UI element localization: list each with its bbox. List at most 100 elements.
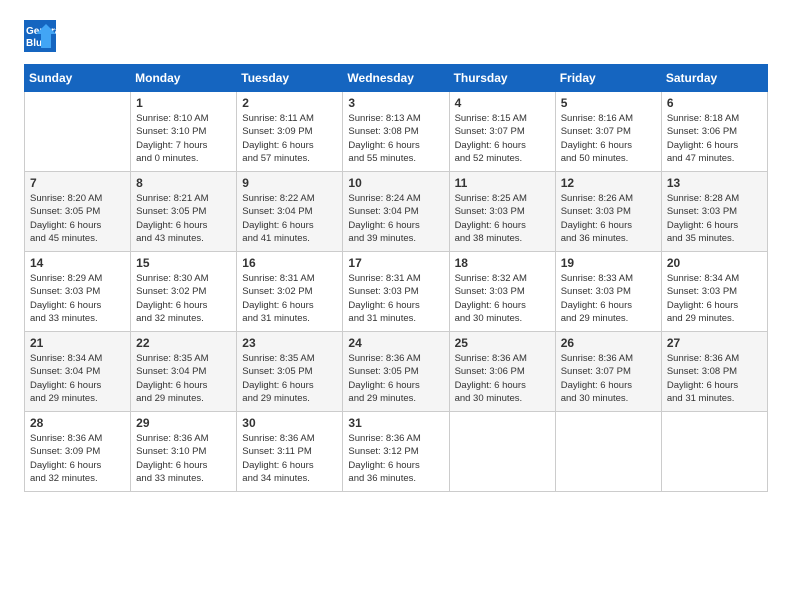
calendar-cell: 25Sunrise: 8:36 AMSunset: 3:06 PMDayligh… xyxy=(449,332,555,412)
day-info: Sunrise: 8:21 AMSunset: 3:05 PMDaylight:… xyxy=(136,192,231,245)
calendar-cell: 1 Sunrise: 8:10 AMSunset: 3:10 PMDaylight… xyxy=(131,92,237,172)
day-info: Sunrise: 8:29 AMSunset: 3:03 PMDaylight:… xyxy=(30,272,125,325)
calendar-cell: 7Sunrise: 8:20 AMSunset: 3:05 PMDaylight… xyxy=(25,172,131,252)
calendar-cell: 18Sunrise: 8:32 AMSunset: 3:03 PMDayligh… xyxy=(449,252,555,332)
day-info: Sunrise: 8:18 AMSunset: 3:06 PMDaylight:… xyxy=(667,112,762,165)
day-info: Sunrise: 8:16 AMSunset: 3:07 PMDaylight:… xyxy=(561,112,656,165)
day-info: Sunrise: 8:33 AMSunset: 3:03 PMDaylight:… xyxy=(561,272,656,325)
day-number: 27 xyxy=(667,336,762,350)
day-info: Sunrise: 8:35 AMSunset: 3:04 PMDaylight:… xyxy=(136,352,231,405)
calendar-cell: 22 Sunrise: 8:35 AMSunset: 3:04 PMDayligh… xyxy=(131,332,237,412)
calendar-cell: 13Sunrise: 8:28 AMSunset: 3:03 PMDayligh… xyxy=(661,172,767,252)
calendar-cell: 29 Sunrise: 8:36 AMSunset: 3:10 PMDayligh… xyxy=(131,412,237,492)
header: GeneralBlue xyxy=(24,20,768,52)
day-number: 19 xyxy=(561,256,656,270)
day-number: 20 xyxy=(667,256,762,270)
day-number: 30 xyxy=(242,416,337,430)
day-header-sunday: Sunday xyxy=(25,65,131,92)
calendar-table: SundayMondayTuesdayWednesdayThursdayFrid… xyxy=(24,64,768,492)
calendar-cell xyxy=(449,412,555,492)
calendar-cell: 30 Sunrise: 8:36 AMSunset: 3:11 PMDayligh… xyxy=(237,412,343,492)
day-info: Sunrise: 8:36 AMSunset: 3:07 PMDaylight:… xyxy=(561,352,656,405)
calendar-cell: 8 Sunrise: 8:21 AMSunset: 3:05 PMDaylight… xyxy=(131,172,237,252)
day-number: 6 xyxy=(667,96,762,110)
day-number: 11 xyxy=(455,176,550,190)
day-info: Sunrise: 8:34 AMSunset: 3:03 PMDaylight:… xyxy=(667,272,762,325)
day-info: Sunrise: 8:15 AMSunset: 3:07 PMDaylight:… xyxy=(455,112,550,165)
calendar-cell: 3 Sunrise: 8:13 AMSunset: 3:08 PMDaylight… xyxy=(343,92,449,172)
calendar-cell xyxy=(661,412,767,492)
day-number: 24 xyxy=(348,336,443,350)
calendar-cell: 14 Sunrise: 8:29 AMSunset: 3:03 PMDayligh… xyxy=(25,252,131,332)
calendar-cell: 2 Sunrise: 8:11 AMSunset: 3:09 PMDaylight… xyxy=(237,92,343,172)
calendar-cell xyxy=(25,92,131,172)
day-number: 3 xyxy=(348,96,443,110)
day-number: 8 xyxy=(136,176,231,190)
day-number: 31 xyxy=(348,416,443,430)
day-info: Sunrise: 8:10 AMSunset: 3:10 PMDaylight:… xyxy=(136,112,231,165)
day-info: Sunrise: 8:26 AMSunset: 3:03 PMDaylight:… xyxy=(561,192,656,245)
calendar-cell: 4 Sunrise: 8:15 AMSunset: 3:07 PMDaylight… xyxy=(449,92,555,172)
calendar-week-row: 14 Sunrise: 8:29 AMSunset: 3:03 PMDayligh… xyxy=(25,252,768,332)
day-info: Sunrise: 8:31 AMSunset: 3:03 PMDaylight:… xyxy=(348,272,443,325)
calendar-cell: 28 Sunrise: 8:36 AMSunset: 3:09 PMDayligh… xyxy=(25,412,131,492)
calendar-header-row: SundayMondayTuesdayWednesdayThursdayFrid… xyxy=(25,65,768,92)
day-number: 15 xyxy=(136,256,231,270)
calendar-cell: 27 Sunrise: 8:36 AMSunset: 3:08 PMDayligh… xyxy=(661,332,767,412)
day-header-monday: Monday xyxy=(131,65,237,92)
calendar-cell: 31 Sunrise: 8:36 AMSunset: 3:12 PMDayligh… xyxy=(343,412,449,492)
day-info: Sunrise: 8:36 AMSunset: 3:12 PMDaylight:… xyxy=(348,432,443,485)
calendar-cell: 12 Sunrise: 8:26 AMSunset: 3:03 PMDayligh… xyxy=(555,172,661,252)
day-info: Sunrise: 8:36 AMSunset: 3:05 PMDaylight:… xyxy=(348,352,443,405)
calendar-cell: 6 Sunrise: 8:18 AMSunset: 3:06 PMDaylight… xyxy=(661,92,767,172)
day-number: 21 xyxy=(30,336,125,350)
day-info: Sunrise: 8:36 AMSunset: 3:11 PMDaylight:… xyxy=(242,432,337,485)
calendar-cell: 11 Sunrise: 8:25 AMSunset: 3:03 PMDayligh… xyxy=(449,172,555,252)
day-number: 2 xyxy=(242,96,337,110)
day-info: Sunrise: 8:13 AMSunset: 3:08 PMDaylight:… xyxy=(348,112,443,165)
day-info: Sunrise: 8:36 AMSunset: 3:06 PMDaylight:… xyxy=(455,352,550,405)
day-info: Sunrise: 8:11 AMSunset: 3:09 PMDaylight:… xyxy=(242,112,337,165)
day-number: 26 xyxy=(561,336,656,350)
calendar-week-row: 21 Sunrise: 8:34 AMSunset: 3:04 PMDayligh… xyxy=(25,332,768,412)
day-info: Sunrise: 8:34 AMSunset: 3:04 PMDaylight:… xyxy=(30,352,125,405)
calendar-cell: 15Sunrise: 8:30 AMSunset: 3:02 PMDayligh… xyxy=(131,252,237,332)
day-info: Sunrise: 8:36 AMSunset: 3:10 PMDaylight:… xyxy=(136,432,231,485)
day-info: Sunrise: 8:36 AMSunset: 3:09 PMDaylight:… xyxy=(30,432,125,485)
day-number: 23 xyxy=(242,336,337,350)
day-header-saturday: Saturday xyxy=(661,65,767,92)
calendar-cell: 16 Sunrise: 8:31 AMSunset: 3:02 PMDayligh… xyxy=(237,252,343,332)
day-info: Sunrise: 8:22 AMSunset: 3:04 PMDaylight:… xyxy=(242,192,337,245)
day-number: 13 xyxy=(667,176,762,190)
day-number: 22 xyxy=(136,336,231,350)
calendar-week-row: 7Sunrise: 8:20 AMSunset: 3:05 PMDaylight… xyxy=(25,172,768,252)
day-number: 14 xyxy=(30,256,125,270)
calendar-cell: 19 Sunrise: 8:33 AMSunset: 3:03 PMDayligh… xyxy=(555,252,661,332)
day-number: 10 xyxy=(348,176,443,190)
calendar-cell xyxy=(555,412,661,492)
calendar-cell: 17 Sunrise: 8:31 AMSunset: 3:03 PMDayligh… xyxy=(343,252,449,332)
logo-graphic: GeneralBlue xyxy=(24,20,56,52)
page: GeneralBlue SundayMondayTuesdayWednesday… xyxy=(0,0,792,612)
day-header-friday: Friday xyxy=(555,65,661,92)
day-number: 9 xyxy=(242,176,337,190)
day-number: 29 xyxy=(136,416,231,430)
day-info: Sunrise: 8:25 AMSunset: 3:03 PMDaylight:… xyxy=(455,192,550,245)
calendar-week-row: 28 Sunrise: 8:36 AMSunset: 3:09 PMDayligh… xyxy=(25,412,768,492)
day-info: Sunrise: 8:20 AMSunset: 3:05 PMDaylight:… xyxy=(30,192,125,245)
day-number: 28 xyxy=(30,416,125,430)
day-info: Sunrise: 8:36 AMSunset: 3:08 PMDaylight:… xyxy=(667,352,762,405)
day-header-wednesday: Wednesday xyxy=(343,65,449,92)
day-number: 4 xyxy=(455,96,550,110)
calendar-cell: 5Sunrise: 8:16 AMSunset: 3:07 PMDaylight… xyxy=(555,92,661,172)
day-info: Sunrise: 8:35 AMSunset: 3:05 PMDaylight:… xyxy=(242,352,337,405)
logo: GeneralBlue xyxy=(24,20,56,52)
day-number: 17 xyxy=(348,256,443,270)
day-number: 12 xyxy=(561,176,656,190)
day-info: Sunrise: 8:31 AMSunset: 3:02 PMDaylight:… xyxy=(242,272,337,325)
calendar-cell: 21 Sunrise: 8:34 AMSunset: 3:04 PMDayligh… xyxy=(25,332,131,412)
day-number: 16 xyxy=(242,256,337,270)
calendar-week-row: 1 Sunrise: 8:10 AMSunset: 3:10 PMDaylight… xyxy=(25,92,768,172)
calendar-cell: 26 Sunrise: 8:36 AMSunset: 3:07 PMDayligh… xyxy=(555,332,661,412)
day-number: 1 xyxy=(136,96,231,110)
